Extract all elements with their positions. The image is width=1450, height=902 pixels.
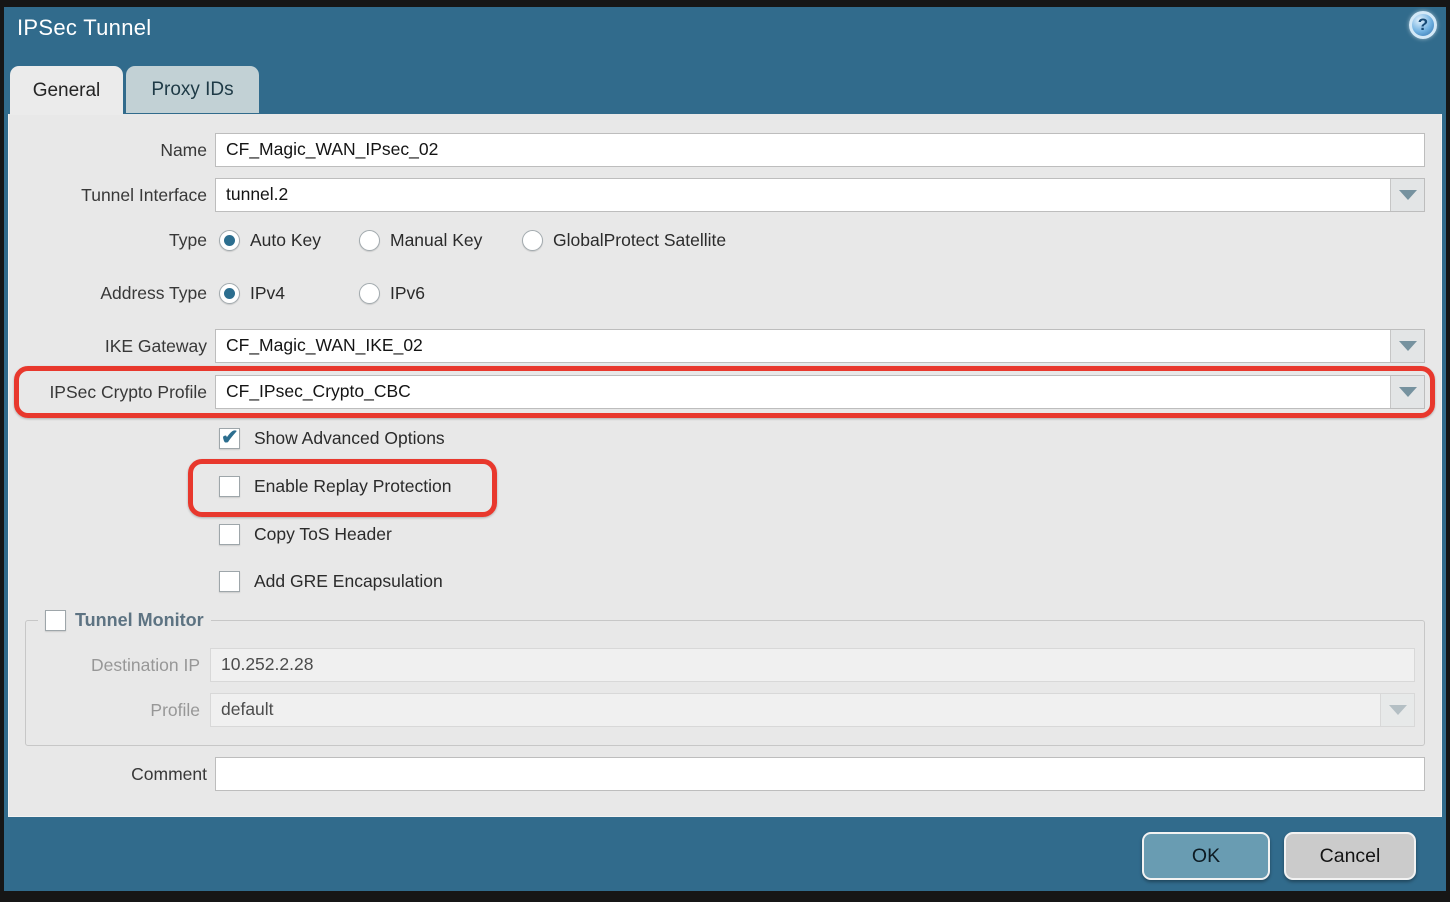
tunnel-interface-select[interactable]: tunnel.2 xyxy=(215,178,1425,212)
chevron-down-icon xyxy=(1380,694,1414,726)
checkbox-unchecked-icon xyxy=(219,476,240,497)
cancel-button[interactable]: Cancel xyxy=(1284,832,1416,880)
triangle-glyph xyxy=(1399,190,1417,200)
triangle-glyph xyxy=(1399,387,1417,397)
help-icon[interactable]: ? xyxy=(1409,11,1437,39)
chevron-down-icon[interactable] xyxy=(1390,179,1424,211)
radio-button-icon xyxy=(359,230,380,251)
radio-ipv4[interactable]: IPv4 xyxy=(219,280,285,306)
tab-proxy-ids[interactable]: Proxy IDs xyxy=(126,66,259,113)
ike-gateway-value: CF_Magic_WAN_IKE_02 xyxy=(226,335,423,355)
ipsec-tunnel-dialog: IPSec Tunnel ? General Proxy IDs Name CF… xyxy=(0,0,1450,902)
tunnel-interface-label: Tunnel Interface xyxy=(0,178,207,212)
radio-ipv6-label: IPv6 xyxy=(390,283,425,304)
radio-manual-key-label: Manual Key xyxy=(390,230,482,251)
dialog-title: IPSec Tunnel xyxy=(17,15,151,41)
ipsec-crypto-profile-select[interactable]: CF_IPsec_Crypto_CBC xyxy=(215,375,1425,409)
destination-ip-label: Destination IP xyxy=(0,648,200,682)
radio-button-icon xyxy=(522,230,543,251)
checkbox-checked-icon xyxy=(219,428,240,449)
radio-ipv6[interactable]: IPv6 xyxy=(359,280,425,306)
name-label: Name xyxy=(0,133,207,167)
checkbox-enable-replay-protection[interactable]: Enable Replay Protection xyxy=(219,473,451,499)
ike-gateway-select[interactable]: CF_Magic_WAN_IKE_02 xyxy=(215,329,1425,363)
checkbox-show-advanced-options[interactable]: Show Advanced Options xyxy=(219,425,445,451)
tunnel-monitor-fieldset xyxy=(25,620,1425,746)
add-gre-encapsulation-label: Add GRE Encapsulation xyxy=(254,571,443,592)
triangle-glyph xyxy=(1399,341,1417,351)
radio-globalprotect-satellite[interactable]: GlobalProtect Satellite xyxy=(522,227,726,253)
destination-ip-input: 10.252.2.28 xyxy=(210,648,1415,682)
profile-label: Profile xyxy=(0,693,200,727)
radio-button-icon xyxy=(219,230,240,251)
radio-globalprotect-satellite-label: GlobalProtect Satellite xyxy=(553,230,726,251)
radio-manual-key[interactable]: Manual Key xyxy=(359,227,482,253)
ipsec-crypto-profile-label: IPSec Crypto Profile xyxy=(0,375,207,409)
copy-tos-header-label: Copy ToS Header xyxy=(254,524,392,545)
chevron-down-icon[interactable] xyxy=(1390,330,1424,362)
radio-ipv4-label: IPv4 xyxy=(250,283,285,304)
ipsec-crypto-profile-value: CF_IPsec_Crypto_CBC xyxy=(226,381,411,401)
checkbox-copy-tos-header[interactable]: Copy ToS Header xyxy=(219,521,392,547)
radio-auto-key[interactable]: Auto Key xyxy=(219,227,321,253)
checkbox-tunnel-monitor[interactable]: Tunnel Monitor xyxy=(38,607,211,633)
tunnel-monitor-label: Tunnel Monitor xyxy=(75,610,204,631)
checkbox-unchecked-icon xyxy=(219,571,240,592)
checkbox-add-gre-encapsulation[interactable]: Add GRE Encapsulation xyxy=(219,568,443,594)
radio-button-icon xyxy=(359,283,380,304)
triangle-glyph xyxy=(1389,705,1407,715)
profile-select: default xyxy=(210,693,1415,727)
comment-label: Comment xyxy=(0,757,207,791)
chevron-down-icon[interactable] xyxy=(1390,376,1424,408)
enable-replay-protection-label: Enable Replay Protection xyxy=(254,476,451,497)
tunnel-interface-value: tunnel.2 xyxy=(226,184,288,204)
checkbox-unchecked-icon xyxy=(219,524,240,545)
ok-button[interactable]: OK xyxy=(1142,832,1270,880)
radio-auto-key-label: Auto Key xyxy=(250,230,321,251)
checkbox-unchecked-icon xyxy=(45,610,66,631)
ike-gateway-label: IKE Gateway xyxy=(0,329,207,363)
profile-value: default xyxy=(221,699,274,719)
radio-button-icon xyxy=(219,283,240,304)
type-label: Type xyxy=(0,227,207,253)
show-advanced-options-label: Show Advanced Options xyxy=(254,428,445,449)
tab-general[interactable]: General xyxy=(10,66,123,115)
address-type-label: Address Type xyxy=(0,280,207,306)
comment-input[interactable] xyxy=(215,757,1425,791)
name-input[interactable]: CF_Magic_WAN_IPsec_02 xyxy=(215,133,1425,167)
